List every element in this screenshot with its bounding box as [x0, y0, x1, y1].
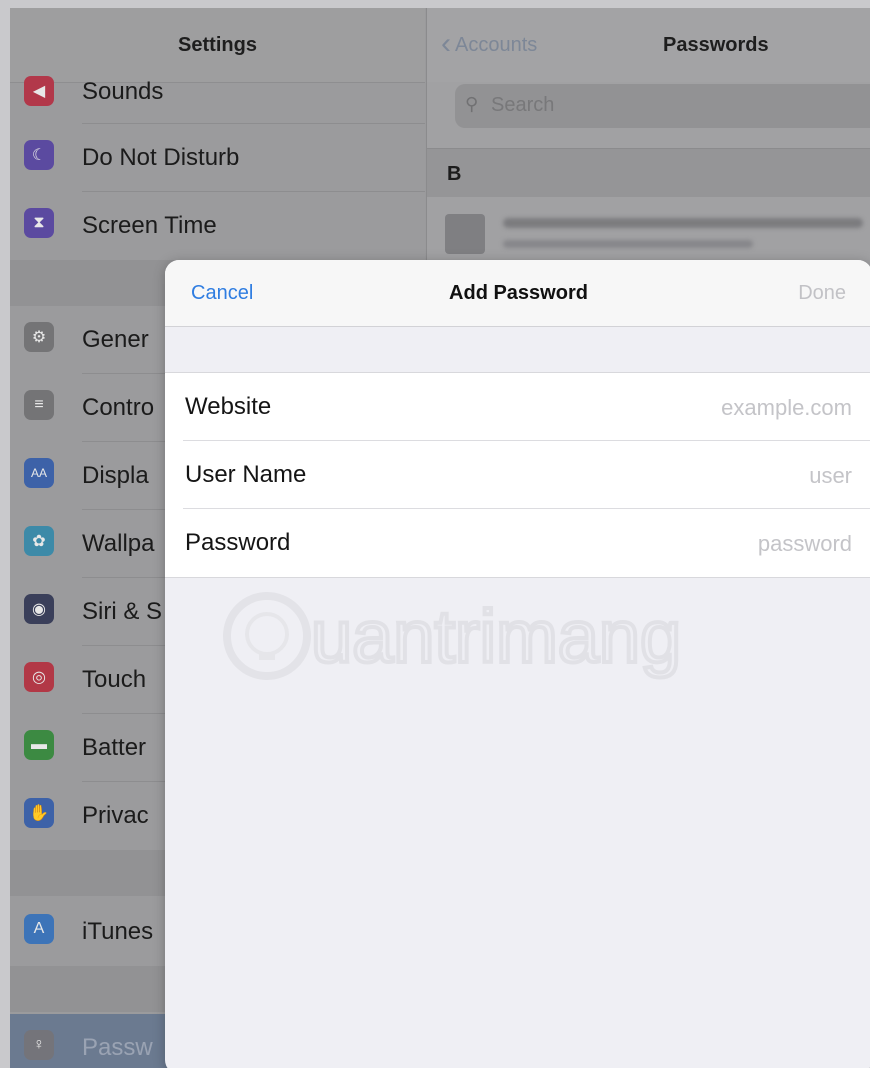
- settings-item-do-not-disturb[interactable]: ☾ Do Not Disturb: [10, 124, 425, 192]
- password-row[interactable]: Password: [165, 509, 870, 577]
- gear-icon: ⚙: [24, 322, 54, 352]
- website-row[interactable]: Website: [165, 373, 870, 441]
- display-icon: AA: [24, 458, 54, 488]
- section-header: B: [427, 148, 870, 197]
- sheet-title: Add Password: [449, 282, 588, 304]
- site-favicon: [445, 214, 485, 254]
- settings-item-label: Privac: [82, 802, 149, 829]
- settings-item-label: Siri & S: [82, 598, 163, 625]
- blurred-user-text: [503, 240, 753, 248]
- watermark-ring: [223, 592, 311, 680]
- ipad-screen: Settings ◀ Sounds ☾ Do Not Disturb ⧗ Scr…: [10, 8, 870, 1068]
- battery-icon: ▬: [24, 730, 54, 760]
- speaker-icon: ◀: [24, 76, 54, 106]
- settings-item-label: iTunes: [82, 918, 154, 945]
- settings-item-label: Touch: [82, 666, 147, 693]
- toggles-icon: ≡: [24, 390, 54, 420]
- section-letter: B: [447, 163, 462, 185]
- settings-item-label: Wallpa: [82, 530, 155, 557]
- app-store-icon: A: [24, 914, 54, 944]
- done-button[interactable]: Done: [798, 282, 846, 305]
- bulb-icon: [245, 612, 289, 656]
- settings-title: Settings: [178, 34, 257, 56]
- hand-icon: ✋: [24, 798, 54, 828]
- username-row[interactable]: User Name: [165, 441, 870, 509]
- settings-item-label: Contro: [82, 394, 155, 421]
- hourglass-icon: ⧗: [24, 208, 54, 238]
- back-label: Accounts: [455, 34, 538, 56]
- settings-item-label: Screen Time: [82, 212, 217, 239]
- blurred-site-text: [503, 218, 863, 228]
- back-button[interactable]: ‹ Accounts: [441, 26, 538, 60]
- search-placeholder: Search: [491, 94, 555, 116]
- credential-form: Website User Name Password: [165, 372, 870, 578]
- settings-item-label: Gener: [82, 326, 149, 353]
- search-icon: ⚲: [465, 94, 479, 114]
- passwords-header: ‹ Accounts Passwords: [427, 8, 870, 82]
- settings-item-label: Passw: [82, 1034, 153, 1061]
- settings-item-label: Batter: [82, 734, 147, 761]
- settings-item-screen-time[interactable]: ⧗ Screen Time: [10, 192, 425, 260]
- search-field[interactable]: ⚲ Search: [455, 84, 870, 128]
- website-label: Website: [185, 393, 272, 420]
- settings-item-sounds[interactable]: ◀ Sounds: [10, 56, 425, 124]
- bulb-base: [259, 652, 275, 660]
- settings-item-label: Displa: [82, 462, 149, 489]
- key-icon: ♀: [24, 1030, 54, 1060]
- chevron-left-icon: ‹: [441, 26, 451, 60]
- password-field[interactable]: [520, 527, 854, 561]
- password-label: Password: [185, 529, 291, 556]
- settings-item-label: Do Not Disturb: [82, 144, 240, 171]
- fingerprint-icon: ◎: [24, 662, 54, 692]
- username-field[interactable]: [520, 459, 854, 493]
- watermark-logo: uantrimang: [223, 592, 683, 680]
- website-field[interactable]: [520, 391, 854, 425]
- password-entry-blurred[interactable]: [445, 214, 865, 254]
- settings-item-label: Sounds: [82, 78, 164, 105]
- username-label: User Name: [185, 461, 307, 488]
- sheet-nav-bar: Cancel Add Password Done: [165, 260, 870, 327]
- add-password-sheet: Cancel Add Password Done Website User Na…: [165, 260, 870, 1068]
- flower-icon: ✿: [24, 526, 54, 556]
- siri-icon: ◉: [24, 594, 54, 624]
- passwords-title: Passwords: [663, 34, 769, 56]
- moon-icon: ☾: [24, 140, 54, 170]
- watermark-text: uantrimang: [311, 595, 681, 678]
